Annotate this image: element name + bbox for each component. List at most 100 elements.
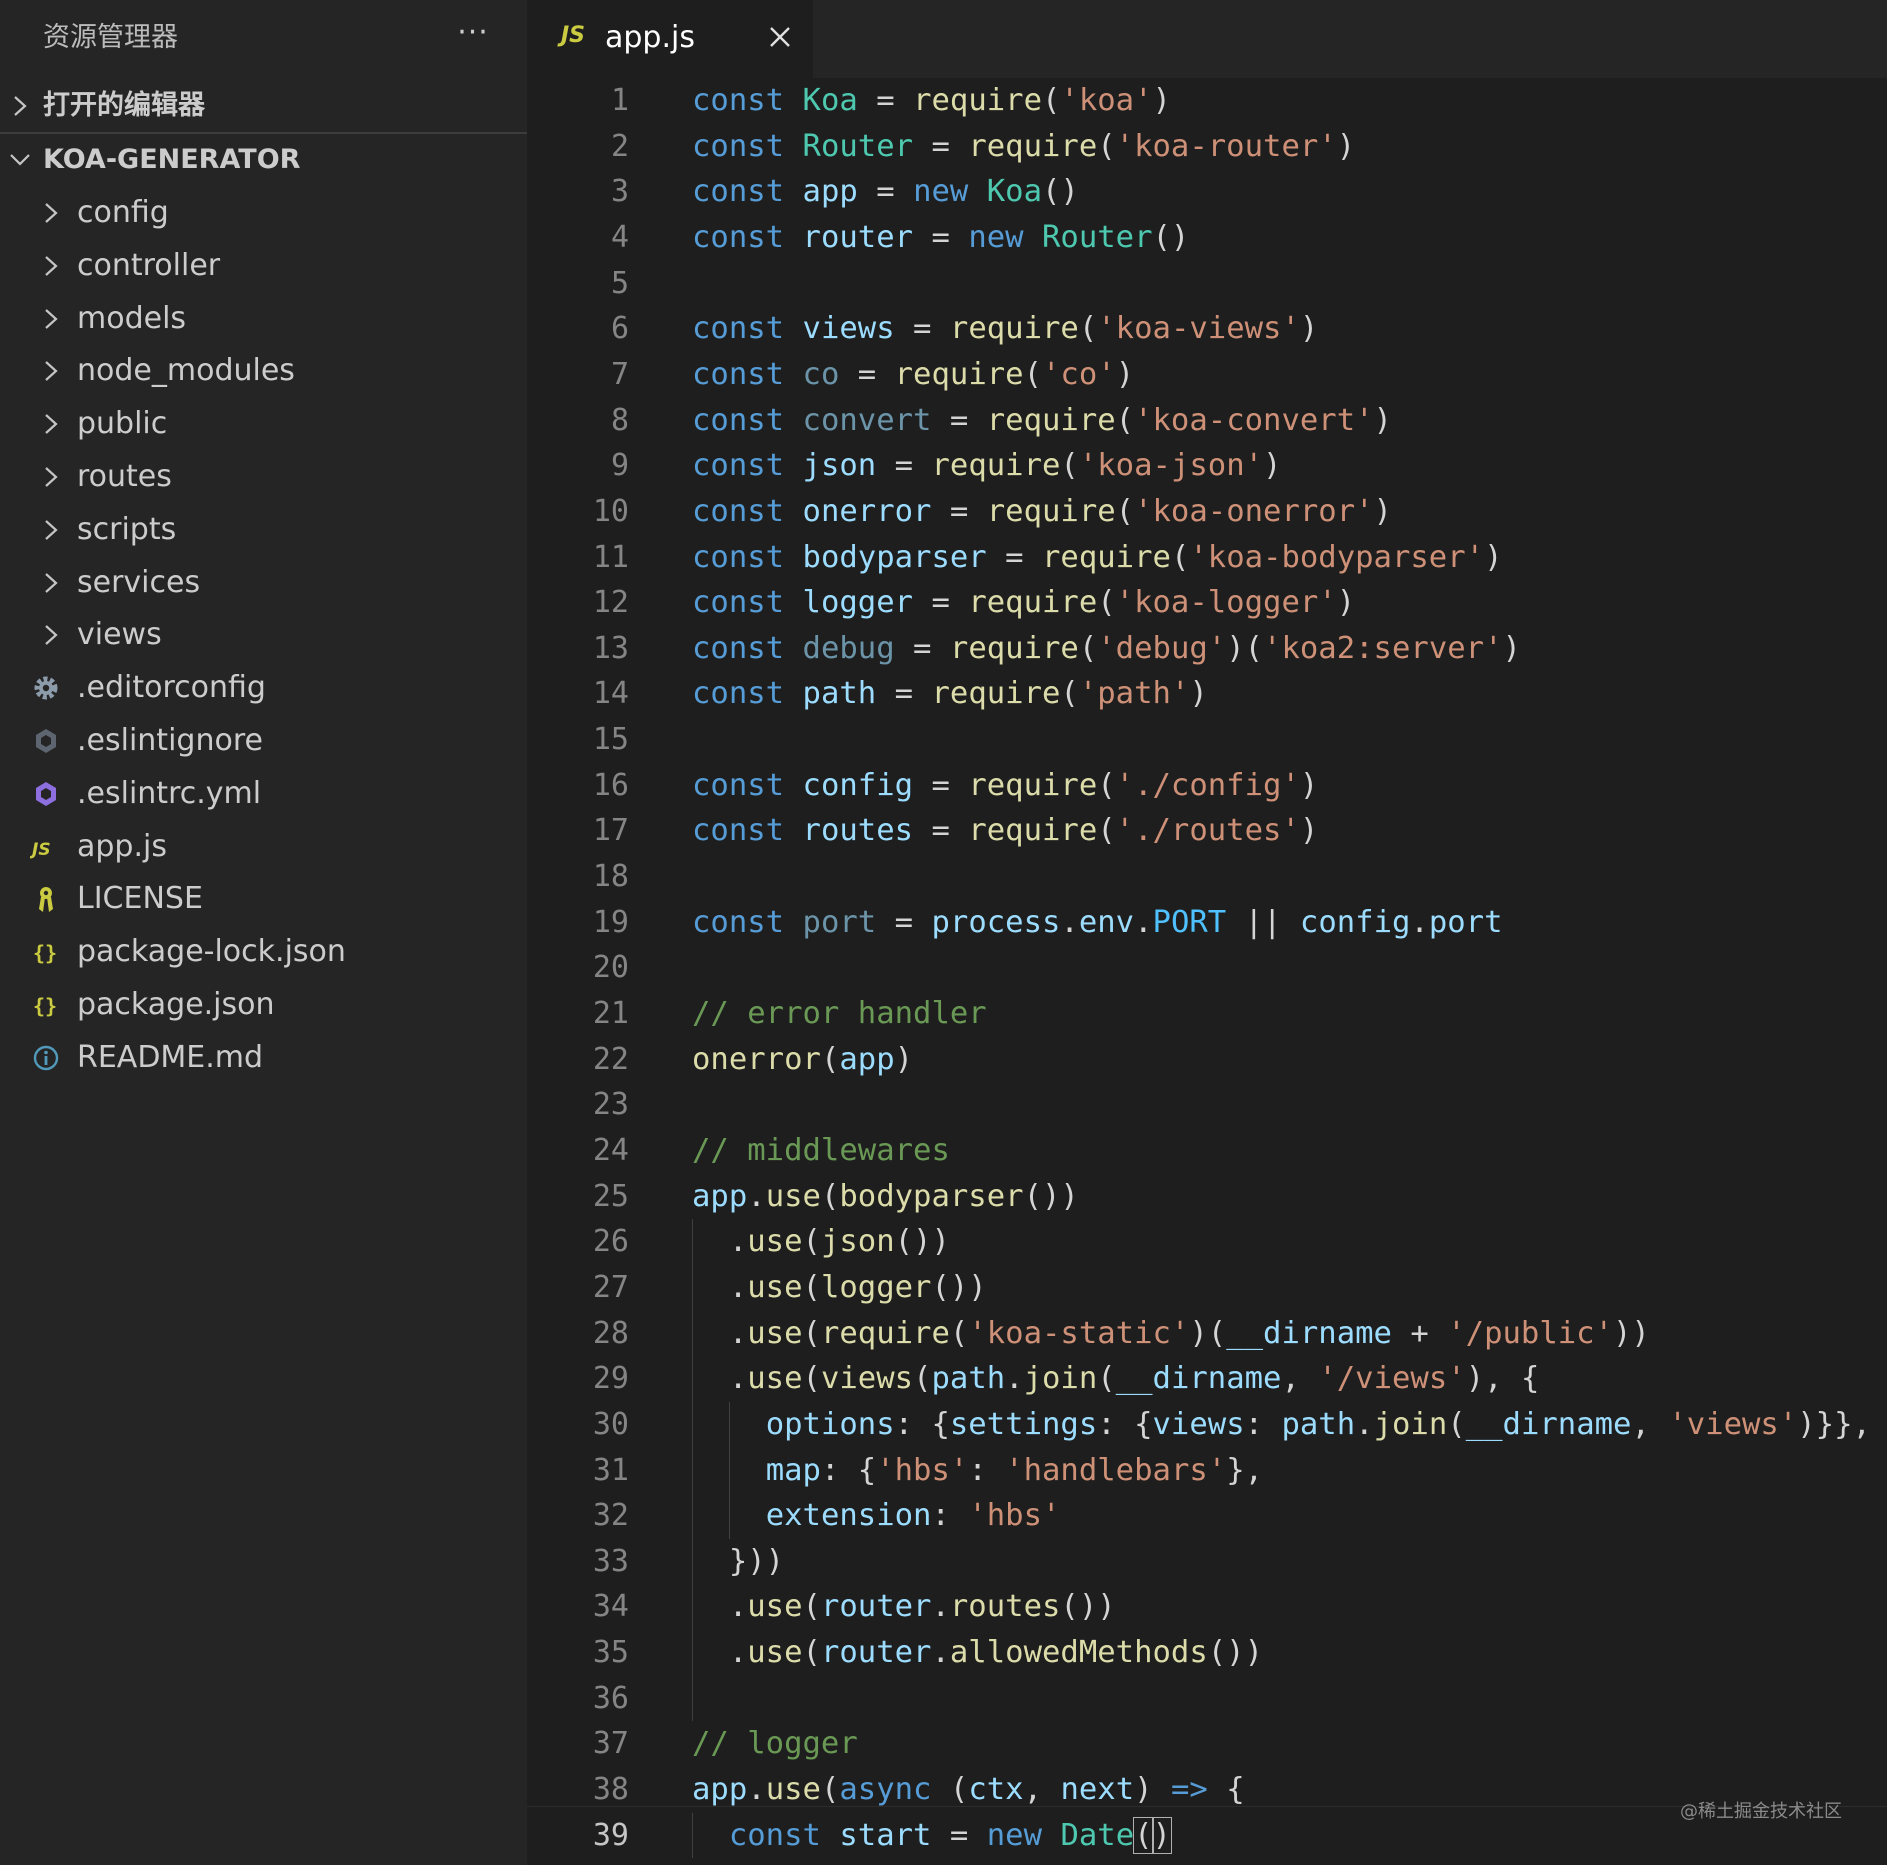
folder-item[interactable]: config (0, 187, 527, 240)
code-token: bodyparser (802, 539, 987, 575)
code-token: require (968, 767, 1098, 803)
code-token: ( (1133, 1816, 1154, 1854)
open-editors-section[interactable]: 打开的编辑器 (0, 80, 527, 132)
tree-item-label: services (77, 564, 201, 600)
code-token: ( (820, 1772, 840, 1808)
code-token: 'koa-bodyparser' (1189, 539, 1485, 575)
code-token: PORT (1152, 904, 1227, 940)
code-token: '/public' (1447, 1315, 1614, 1351)
tab-app-js[interactable]: JS app.js (527, 0, 813, 78)
code-token: require (913, 83, 1042, 118)
tree-item-label: .eslintignore (77, 722, 263, 758)
code-text: app.use(bodyparser()) (692, 1174, 1079, 1219)
line-number: 36 (592, 1680, 629, 1716)
code-token: const (692, 676, 785, 712)
code-token: ( (1078, 630, 1098, 666)
chevron-right-icon (14, 96, 27, 116)
file-item[interactable]: JS app.js (0, 821, 527, 874)
code-token: () (1042, 174, 1079, 210)
folder-item[interactable]: models (0, 293, 527, 346)
line-number: 24 (592, 1132, 629, 1168)
code-line: 34 .use(router.routes()) (527, 1584, 1887, 1630)
code-token: Router (802, 128, 914, 164)
code-line: 22 onerror(app) (527, 1037, 1887, 1083)
code-line: 24 // middlewares (527, 1128, 1887, 1174)
code-text: const bodyparser = require('koa-bodypars… (692, 535, 1503, 580)
code-text: const app = new Koa() (692, 169, 1079, 214)
tree-item-label: routes (77, 458, 172, 494)
project-section[interactable]: KOA-GENERATOR (0, 134, 527, 186)
tree-item-label: public (77, 406, 168, 442)
folder-item[interactable]: node_modules (0, 345, 527, 398)
code-token: // middlewares (692, 1132, 950, 1168)
code-token: = (913, 128, 969, 164)
code-token: co (802, 356, 840, 392)
code-token: : { (820, 1452, 877, 1488)
more-actions-button[interactable]: ··· (452, 18, 494, 54)
file-item[interactable]: {} package-lock.json (0, 926, 527, 979)
line-number: 6 (610, 311, 629, 347)
file-item[interactable]: .eslintignore (0, 715, 527, 768)
code-token: 'handlebars' (1005, 1452, 1227, 1488)
folder-item[interactable]: scripts (0, 504, 527, 557)
code-token: json (802, 448, 877, 484)
chevron-right-icon (45, 308, 58, 329)
code-token: . (692, 1315, 748, 1351)
folder-item[interactable]: views (0, 609, 527, 662)
code-token: json (820, 1224, 895, 1260)
line-number: 33 (592, 1543, 629, 1579)
code-token: ) (1373, 402, 1392, 438)
chevron-right-icon (45, 467, 58, 487)
code-token: ) (1299, 311, 1319, 347)
code-token: = (986, 539, 1042, 575)
code-line: 35 .use(router.allowedMethods()) (527, 1630, 1887, 1676)
tab-label: app.js (605, 20, 695, 55)
file-item[interactable]: README.md (0, 1032, 527, 1085)
close-icon[interactable] (765, 22, 795, 52)
code-token: )) (1613, 1315, 1650, 1351)
code-editor[interactable]: 1 const Koa = require('koa') 2 const Router… (527, 78, 1887, 1865)
code-token: ( (802, 1269, 821, 1305)
file-item[interactable]: .eslintrc.yml (0, 768, 527, 821)
folder-item[interactable]: public (0, 398, 527, 451)
code-token: app (839, 1041, 895, 1077)
code-token: : { (1097, 1406, 1153, 1442)
code-token: const (692, 219, 785, 255)
code-token: ) (1502, 630, 1521, 666)
code-line: 11 const bodyparser = require('koa-bodypa… (527, 535, 1887, 581)
file-item[interactable]: {} package.json (0, 979, 527, 1032)
code-token: ) (1134, 1772, 1171, 1808)
line-number: 1 (610, 83, 629, 118)
code-line: 23 (527, 1082, 1887, 1128)
explorer-title: 资源管理器 (43, 22, 178, 53)
code-token: 'debug' (1097, 630, 1227, 666)
file-item[interactable]: .editorconfig (0, 662, 527, 715)
code-token: ( (802, 1361, 821, 1397)
code-token: views (1152, 1406, 1245, 1442)
code-token: ) (1336, 585, 1356, 621)
file-tree: config controller models node_modulespublic… (0, 187, 527, 1085)
code-token: // logger (692, 1726, 858, 1762)
line-number: 19 (592, 904, 629, 940)
folder-item[interactable]: controller (0, 240, 527, 293)
folder-item[interactable]: routes (0, 451, 527, 504)
code-token: = (913, 585, 969, 621)
code-token: = (894, 311, 950, 347)
code-token: 'views' (1668, 1406, 1798, 1442)
code-token: ( (802, 1315, 821, 1351)
code-token: map (765, 1452, 821, 1488)
code-token: 'koa2:server' (1263, 630, 1503, 666)
folder-item[interactable]: services (0, 557, 527, 610)
code-text: const json = require('koa-json') (692, 443, 1281, 488)
code-token: ) (1299, 813, 1319, 849)
code-token: ) (1151, 1816, 1172, 1854)
file-item[interactable]: LICENSE (0, 873, 527, 926)
code-line: 29 .use(views(path.join(__dirname, '/vie… (527, 1356, 1887, 1402)
